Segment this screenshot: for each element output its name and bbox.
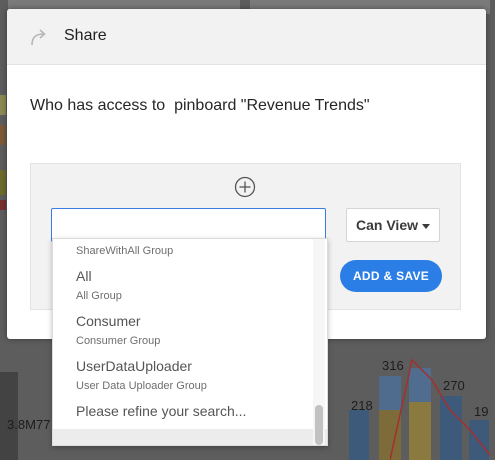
access-question: Who has access to pinboard "Revenue Tren… [30, 97, 370, 114]
suggestion-subtitle: User Data Uploader Group [76, 380, 207, 392]
permission-label: Can View [356, 217, 418, 233]
dialog-header: Share [7, 9, 486, 65]
background-color-strip [0, 200, 6, 210]
recipient-search-input[interactable] [51, 208, 326, 242]
recipient-suggestions-list: ShareWithAll Group All All Group Consume… [52, 238, 328, 446]
dialog-title: Share [64, 27, 107, 44]
suggestion-subtitle: ShareWithAll Group [76, 245, 174, 257]
background-trend-line [390, 358, 491, 460]
dropdown-scrollbar-thumb[interactable] [315, 405, 323, 445]
suggestion-subtitle: All Group [76, 290, 122, 302]
suggestion-subtitle: Consumer Group [76, 335, 161, 347]
add-circle-icon[interactable] [234, 176, 256, 198]
refine-search-hint: Please refine your search... [76, 403, 247, 419]
background-color-strip [0, 95, 6, 115]
background-color-strip [0, 170, 6, 195]
suggestion-name: Consumer [76, 313, 141, 329]
dropdown-footer [53, 429, 327, 445]
background-value-label: 77 [36, 417, 51, 432]
suggestion-name: UserDataUploader [76, 358, 192, 374]
background-value-label: 3.8M [7, 417, 36, 432]
add-and-save-button[interactable]: ADD & SAVE [340, 260, 442, 292]
background-bar [349, 410, 369, 460]
background-value-label: 218 [351, 398, 373, 413]
background-color-strip [0, 125, 6, 145]
permission-dropdown[interactable]: Can View [346, 208, 440, 242]
share-arrow-icon [31, 29, 46, 46]
suggestion-name: All [76, 268, 92, 284]
caret-down-icon [422, 224, 430, 229]
background-bar [0, 372, 18, 460]
